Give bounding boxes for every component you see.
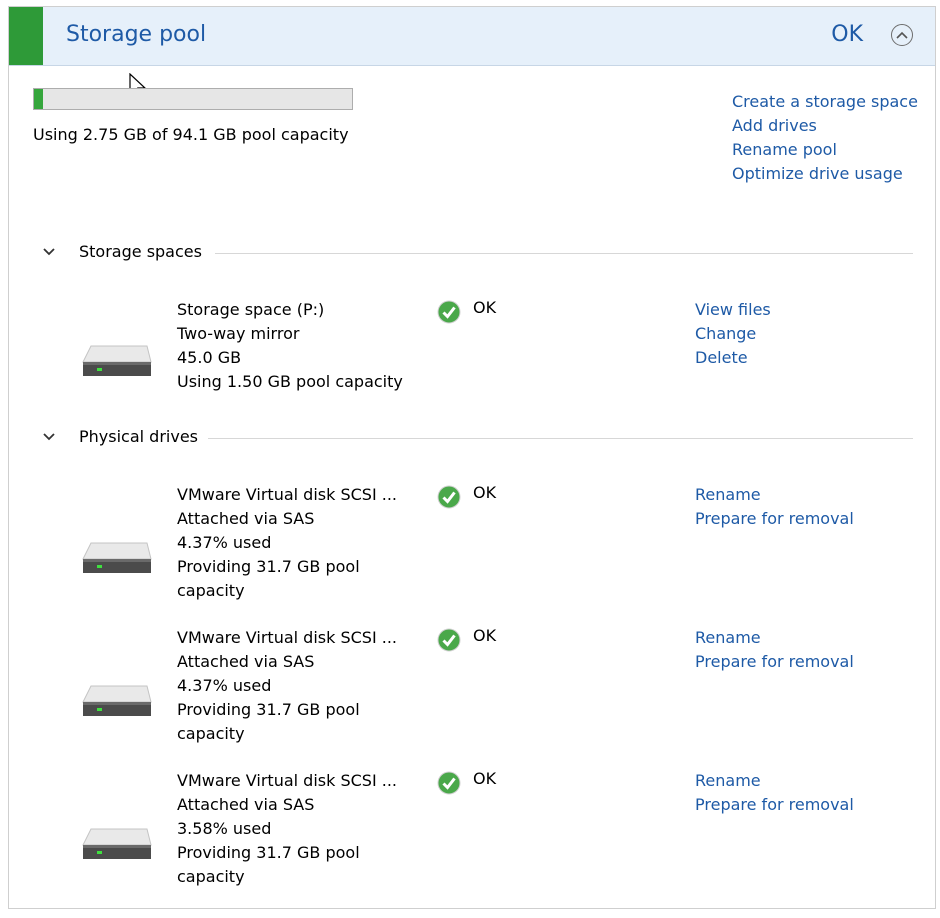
rename-drive-link[interactable]: Rename — [695, 483, 854, 507]
ok-check-icon — [437, 628, 461, 652]
drive-connection: Attached via SAS — [177, 795, 315, 814]
drive-capacity: Providing 31.7 GB pool — [177, 557, 360, 576]
drive-icon — [82, 685, 152, 716]
capacity-bar — [33, 88, 353, 110]
drive-name: VMware Virtual disk SCSI ... — [177, 771, 397, 790]
optimize-drive-usage-link[interactable]: Optimize drive usage — [732, 162, 927, 186]
storage-spaces-title: Storage spaces — [79, 242, 202, 261]
change-link[interactable]: Change — [695, 322, 771, 346]
physical-drives-title: Physical drives — [79, 427, 198, 446]
storage-spaces-section-header[interactable]: Storage spaces — [43, 242, 913, 266]
drive-actions: Rename Prepare for removal — [695, 626, 854, 674]
delete-link[interactable]: Delete — [695, 346, 771, 370]
chevron-down-icon — [43, 433, 55, 441]
storage-space-usage: Using 1.50 GB pool capacity — [177, 372, 403, 391]
drive-usage: 4.37% used — [177, 676, 272, 695]
section-divider — [215, 253, 913, 254]
drive-status: OK — [473, 626, 497, 645]
section-divider — [208, 438, 913, 439]
prepare-for-removal-link[interactable]: Prepare for removal — [695, 507, 854, 531]
drive-icon — [82, 828, 152, 859]
create-storage-space-link[interactable]: Create a storage space — [732, 90, 927, 114]
view-files-link[interactable]: View files — [695, 298, 771, 322]
storage-space-resiliency: Two-way mirror — [177, 324, 300, 343]
drive-icon — [82, 542, 152, 573]
pool-actions: Create a storage space Add drives Rename… — [732, 90, 927, 186]
collapse-button[interactable] — [891, 24, 913, 46]
drive-capacity-cont: capacity — [177, 581, 245, 600]
drive-status: OK — [473, 769, 497, 788]
storage-pool-panel: Storage pool OK Using 2.75 GB of 94.1 GB… — [8, 6, 936, 909]
drive-icon — [82, 345, 152, 376]
ok-check-icon — [437, 485, 461, 509]
ok-check-icon — [437, 300, 461, 324]
drive-details: VMware Virtual disk SCSI ... Attached vi… — [177, 483, 427, 603]
drive-name: VMware Virtual disk SCSI ... — [177, 485, 397, 504]
drive-name: VMware Virtual disk SCSI ... — [177, 628, 397, 647]
drive-actions: Rename Prepare for removal — [695, 769, 854, 817]
rename-drive-link[interactable]: Rename — [695, 769, 854, 793]
prepare-for-removal-link[interactable]: Prepare for removal — [695, 650, 854, 674]
storage-space-status: OK — [473, 298, 497, 317]
chevron-up-icon — [896, 31, 908, 39]
chevron-down-icon — [43, 248, 55, 256]
pool-header[interactable]: Storage pool OK — [9, 7, 935, 66]
physical-drives-section-header[interactable]: Physical drives — [43, 427, 913, 451]
drive-usage: 4.37% used — [177, 533, 272, 552]
storage-space-actions: View files Change Delete — [695, 298, 771, 370]
storage-space-details: Storage space (P:) Two-way mirror 45.0 G… — [177, 298, 427, 394]
drive-status: OK — [473, 483, 497, 502]
rename-pool-link[interactable]: Rename pool — [732, 138, 927, 162]
status-accent-bar — [9, 7, 43, 65]
pool-title: Storage pool — [66, 22, 207, 47]
prepare-for-removal-link[interactable]: Prepare for removal — [695, 793, 854, 817]
pool-status: OK — [831, 22, 863, 47]
drive-capacity-cont: capacity — [177, 867, 245, 886]
drive-capacity: Providing 31.7 GB pool — [177, 843, 360, 862]
drive-usage: 3.58% used — [177, 819, 272, 838]
drive-details: VMware Virtual disk SCSI ... Attached vi… — [177, 626, 427, 746]
drive-details: VMware Virtual disk SCSI ... Attached vi… — [177, 769, 427, 889]
drive-connection: Attached via SAS — [177, 652, 315, 671]
rename-drive-link[interactable]: Rename — [695, 626, 854, 650]
drive-capacity: Providing 31.7 GB pool — [177, 700, 360, 719]
ok-check-icon — [437, 771, 461, 795]
storage-space-size: 45.0 GB — [177, 348, 242, 367]
add-drives-link[interactable]: Add drives — [732, 114, 927, 138]
capacity-bar-fill — [34, 89, 44, 109]
drive-actions: Rename Prepare for removal — [695, 483, 854, 531]
storage-space-name: Storage space (P:) — [177, 300, 325, 319]
capacity-text: Using 2.75 GB of 94.1 GB pool capacity — [33, 125, 349, 144]
drive-capacity-cont: capacity — [177, 724, 245, 743]
drive-connection: Attached via SAS — [177, 509, 315, 528]
